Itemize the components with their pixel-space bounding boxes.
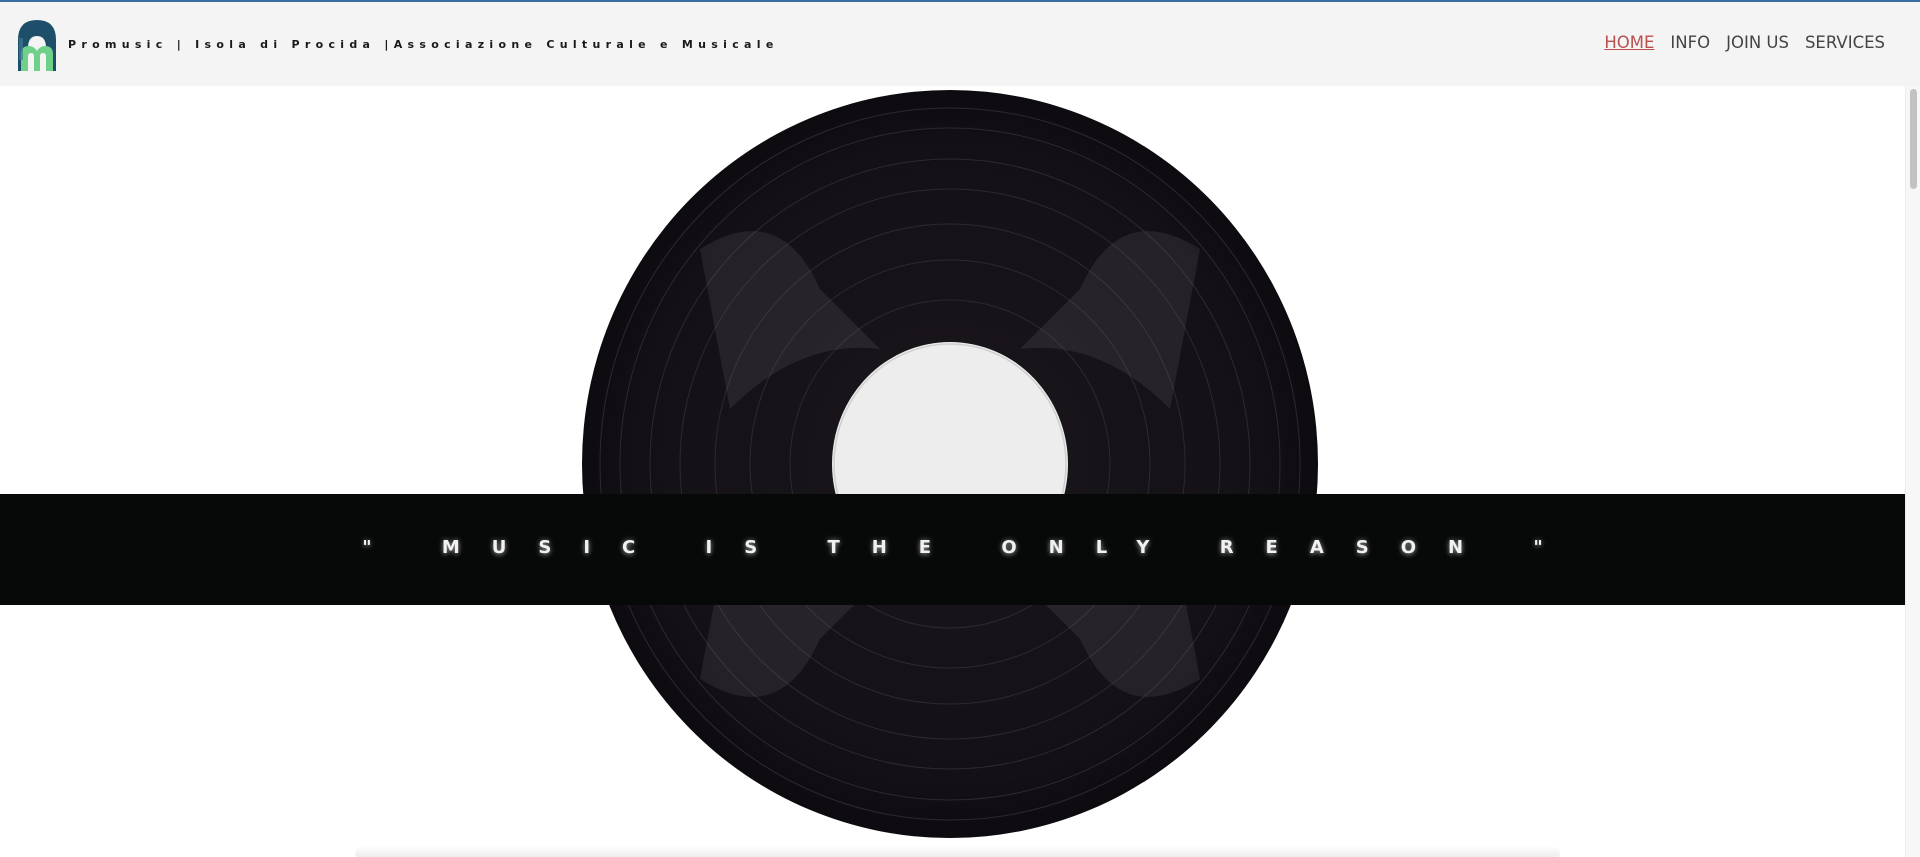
quote-text: " MUSIC IS THE ONLY REASON " — [362, 537, 1575, 558]
vertical-scrollbar[interactable] — [1905, 86, 1920, 857]
scrollbar-thumb[interactable] — [1910, 89, 1917, 189]
site-header: Promusic | Isola di Procida |Associazion… — [0, 2, 1920, 86]
nav-item-home[interactable]: HOME — [1604, 33, 1654, 53]
quote-banner: " MUSIC IS THE ONLY REASON " — [0, 494, 1905, 605]
hero-section: " MUSIC IS THE ONLY REASON " — [0, 86, 1905, 857]
vinyl-record-image — [582, 90, 1318, 838]
main-navigation: HOME INFO JOIN US SERVICES — [1604, 33, 1885, 53]
nav-item-services[interactable]: SERVICES — [1805, 33, 1885, 53]
content-card-edge — [355, 846, 1560, 857]
nav-item-info[interactable]: INFO — [1670, 33, 1710, 53]
nav-item-join-us[interactable]: JOIN US — [1726, 33, 1789, 53]
site-title[interactable]: Promusic | Isola di Procida |Associazion… — [68, 38, 779, 51]
promusic-logo-icon[interactable] — [16, 18, 58, 71]
